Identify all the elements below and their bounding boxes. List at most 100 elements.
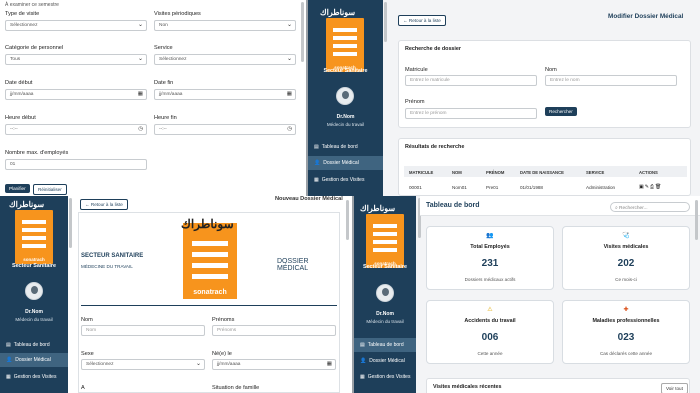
visites-periodiques-select[interactable]: Non — [154, 20, 296, 31]
date-fin-value: jj/mm/aaaa — [159, 92, 183, 97]
recent-visits-card: Visites médicales récentes Voir tout — [426, 378, 690, 393]
date-debut-input[interactable]: jj/mm/aaaa ▦ — [5, 89, 147, 100]
search-title: Recherche de dossier — [405, 46, 462, 52]
nav-label: Dossier Médical — [369, 358, 405, 364]
sexe-select[interactable]: Sélectionnez — [81, 359, 205, 370]
ne-input[interactable]: jj/mm/aaaa ▦ — [212, 359, 336, 370]
date-fin-input[interactable]: jj/mm/aaaa ▦ — [154, 89, 296, 100]
calendar-icon[interactable]: ▦ — [138, 91, 143, 97]
back-button[interactable]: ← Retour à la liste — [398, 15, 446, 26]
stat-value: 023 — [617, 332, 635, 343]
type-visite-select[interactable]: Sélectionnez — [5, 20, 147, 31]
results-title: Résultats de recherche — [405, 144, 465, 150]
users-icon: 👥 — [486, 233, 494, 239]
user-role: Médecin du travail — [366, 319, 404, 324]
avatar — [376, 284, 394, 302]
nav-label: Tableau de bord — [13, 342, 50, 348]
nb-max-input[interactable]: 01 — [5, 159, 147, 170]
service-label: Service — [154, 45, 173, 51]
logo-bar — [22, 244, 46, 248]
stat-card-maladies[interactable]: ✚ Maladies professionnelles 023 Cas décl… — [562, 300, 690, 364]
planifier-button[interactable]: Planifier — [5, 184, 30, 193]
user-role: Médecin du travail — [15, 317, 53, 322]
voir-tout-button[interactable]: Voir tout — [661, 383, 688, 393]
nav-dossier-medical[interactable]: 👤 Dossier Médical — [308, 156, 383, 170]
service-select[interactable]: Sélectionnez — [154, 54, 296, 65]
date-debut-value: jj/mm/aaaa — [10, 92, 34, 97]
logo-bar — [333, 36, 357, 40]
cell-matricule: 00001 — [409, 185, 422, 190]
nav-dossier-medical[interactable]: 👤 Dossier Médical — [0, 353, 68, 367]
nom-input[interactable]: Entrez le nom — [545, 75, 677, 86]
stat-title: Total Employés — [470, 244, 510, 250]
logo-bar — [22, 220, 46, 224]
dossier-heading: DOSSIER MÉDICAL — [277, 258, 309, 272]
back-button[interactable]: ← Retour à la liste — [80, 199, 128, 210]
nav-label: Dossier Médical — [15, 357, 51, 363]
scrollbar[interactable] — [69, 198, 72, 248]
nom-label: Nom — [545, 67, 557, 73]
stat-card-employes[interactable]: 👥 Total Employés 231 Dossiers médicaux a… — [426, 226, 554, 290]
logo-bar — [373, 232, 397, 236]
clock-icon[interactable]: ◷ — [138, 126, 143, 132]
heure-fin-input[interactable]: --:-- ◷ — [154, 124, 296, 135]
search-button[interactable]: Rechercher — [545, 107, 577, 116]
nav-gestion-visites[interactable]: ▦ Gestion des Visites — [0, 370, 68, 384]
scrollbar[interactable] — [346, 200, 349, 240]
cell-nom: Nom01 — [452, 185, 467, 190]
nav-label: Gestion des Visites — [321, 177, 365, 183]
calendar-icon: ▦ — [360, 374, 365, 380]
matricule-label: Matricule — [405, 67, 428, 73]
scrollbar[interactable] — [384, 2, 387, 42]
calendar-icon[interactable]: ▦ — [327, 361, 332, 367]
user-name: Dr.Nom — [376, 311, 394, 317]
clock-icon[interactable]: ◷ — [287, 126, 292, 132]
user-icon: 👤 — [314, 160, 321, 166]
stat-card-accidents[interactable]: ⚠ Accidents du travail 006 Cette année — [426, 300, 554, 364]
reinitialiser-button[interactable]: Réinitialiser — [33, 184, 67, 195]
nav-label: Tableau de bord — [321, 144, 358, 150]
top-note: À examiner ce semestre — [5, 2, 59, 8]
stat-sub: Cas déclarés cette année — [599, 351, 653, 356]
search-card: Recherche de dossier Matricule Entrez le… — [398, 40, 691, 128]
calendar-icon[interactable]: ▦ — [287, 91, 292, 97]
nom-input[interactable]: Nom — [81, 325, 205, 336]
stat-sub: Dossiers médicaux actifs — [464, 277, 516, 282]
divider — [81, 305, 337, 306]
date-fin-label: Date fin — [154, 80, 174, 86]
sector-sub: MÉDECINE DU TRAVAIL — [81, 264, 133, 269]
logo-arabic: سوناطراك — [320, 8, 356, 17]
heure-debut-input[interactable]: --:-- ◷ — [5, 124, 147, 135]
situation-label: Situation de famille — [212, 385, 260, 391]
field-label: A — [81, 385, 85, 391]
warning-icon: ⚠ — [487, 307, 493, 313]
prenom-input[interactable]: Prénoms — [212, 325, 336, 336]
scrollbar[interactable] — [695, 200, 698, 240]
sexe-label: Sexe — [81, 351, 94, 357]
logo-arabic: سوناطراك — [9, 200, 45, 209]
stat-title: Maladies professionnelles — [592, 318, 660, 324]
categorie-select[interactable]: Tous — [5, 54, 147, 65]
stat-card-visites[interactable]: 🩺 Visites médicales 202 Ce mois-ci — [562, 226, 690, 290]
user-role: Médecin du travail — [326, 122, 365, 127]
sidebar-sector: Secteur Sanitaire — [11, 263, 57, 269]
logo-text: sonatrach — [193, 289, 227, 296]
matricule-input[interactable]: Entrez le matricule — [405, 75, 537, 86]
nav-tableau-de-bord[interactable]: ▤ Tableau de bord — [308, 140, 383, 154]
logo-bar — [373, 240, 397, 244]
scrollbar[interactable] — [301, 2, 304, 62]
nav-tableau-de-bord[interactable]: ▤ Tableau de bord — [354, 338, 416, 352]
delete-icon[interactable]: 🗑 — [655, 184, 662, 190]
nav-gestion-visites[interactable]: ▦ Gestion des Visites — [308, 173, 383, 187]
nav-tableau-de-bord[interactable]: ▤ Tableau de bord — [0, 338, 68, 352]
prenom-input[interactable]: Entrez le prénom — [405, 108, 537, 119]
dashboard-icon: ▤ — [6, 342, 11, 348]
nav-gestion-visites[interactable]: ▦ Gestion des Visites — [354, 370, 416, 384]
stat-value: 006 — [481, 332, 499, 343]
search-input[interactable]: ⌕ Rechercher... — [610, 202, 690, 212]
sidebar: سوناطراك sonatrach Secteur Sanitaire Dr.… — [308, 0, 383, 196]
cell-service: Administration — [586, 185, 616, 190]
nav-dossier-medical[interactable]: 👤 Dossier Médical — [354, 354, 416, 368]
logo-bar — [333, 52, 357, 56]
medical-icon: ✚ — [623, 307, 629, 313]
